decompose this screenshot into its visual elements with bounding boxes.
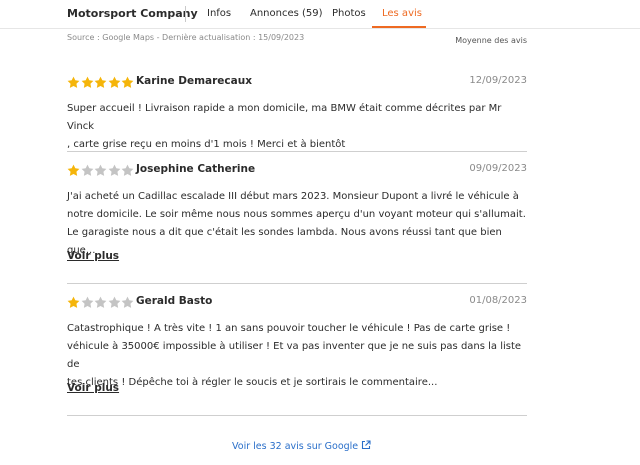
tab-annonces[interactable]: Annonces (59): [250, 8, 323, 19]
review-text-line: véhicule à 35000€ impossible à utiliser …: [67, 341, 522, 370]
star-icon: [108, 296, 121, 309]
review-text: Super accueil ! Livraison rapide a mon d…: [67, 100, 529, 154]
tab-infos[interactable]: Infos: [207, 8, 231, 19]
review-author: Karine Demarecaux: [136, 75, 252, 87]
star-icon: [81, 76, 94, 89]
review-author: Josephine Catherine: [136, 163, 256, 175]
tab-les-avis[interactable]: Les avis: [382, 8, 422, 19]
review-date: 12/09/2023: [469, 75, 527, 86]
star-icon: [94, 164, 107, 177]
top-navigation: Motorsport Company Infos Annonces (59) P…: [0, 0, 640, 29]
review-header: Josephine Catherine 09/09/2023: [67, 162, 527, 178]
star-icon: [94, 76, 107, 89]
review-text-line: tes clients ! Dépêche toi à régler le so…: [67, 377, 438, 388]
nav-divider: [185, 6, 186, 22]
review-text: Catastrophique ! A très vite ! 1 an sans…: [67, 320, 529, 392]
star-icon: [121, 76, 134, 89]
star-icon: [108, 164, 121, 177]
review-date: 09/09/2023: [469, 163, 527, 174]
review-header: Gerald Basto 01/08/2023: [67, 294, 527, 310]
active-tab-indicator: [372, 26, 426, 28]
voir-plus-link[interactable]: Voir plus: [67, 382, 119, 394]
review-separator: [67, 151, 527, 152]
review-text-line: notre domicile. Le soir même nous nous s…: [67, 209, 526, 220]
all-google-reviews-link[interactable]: Voir les 32 avis sur Google: [232, 440, 371, 453]
tab-photos[interactable]: Photos: [332, 8, 366, 19]
star-icon: [67, 296, 80, 309]
review-separator: [67, 283, 527, 284]
review-text: J'ai acheté un Cadillac escalade III déb…: [67, 188, 529, 260]
review-header: Karine Demarecaux 12/09/2023: [67, 74, 527, 90]
star-rating: [67, 294, 135, 313]
star-rating: [67, 74, 135, 93]
all-reviews-label: Voir les 32 avis sur Google: [232, 441, 359, 452]
star-icon: [121, 296, 134, 309]
star-icon: [67, 76, 80, 89]
company-name: Motorsport Company: [67, 7, 198, 20]
review-text-line: Le garagiste nous a dit que c'était les …: [67, 227, 502, 256]
review-text-line: Super accueil ! Livraison rapide a mon d…: [67, 103, 502, 132]
star-icon: [81, 164, 94, 177]
review-date: 01/08/2023: [469, 295, 527, 306]
review-author: Gerald Basto: [136, 295, 213, 307]
review-separator: [67, 415, 527, 416]
review-text-line: J'ai acheté un Cadillac escalade III déb…: [67, 191, 519, 202]
review-text-line: Catastrophique ! A très vite ! 1 an sans…: [67, 323, 511, 334]
star-icon: [67, 164, 80, 177]
source-line: Source : Google Maps - Dernière actualis…: [67, 33, 305, 42]
external-link-icon: [361, 440, 371, 453]
star-rating: [67, 162, 135, 181]
star-icon: [121, 164, 134, 177]
voir-plus-link[interactable]: Voir plus: [67, 250, 119, 262]
star-icon: [81, 296, 94, 309]
star-icon: [108, 76, 121, 89]
star-icon: [94, 296, 107, 309]
average-label: Moyenne des avis: [455, 36, 527, 45]
